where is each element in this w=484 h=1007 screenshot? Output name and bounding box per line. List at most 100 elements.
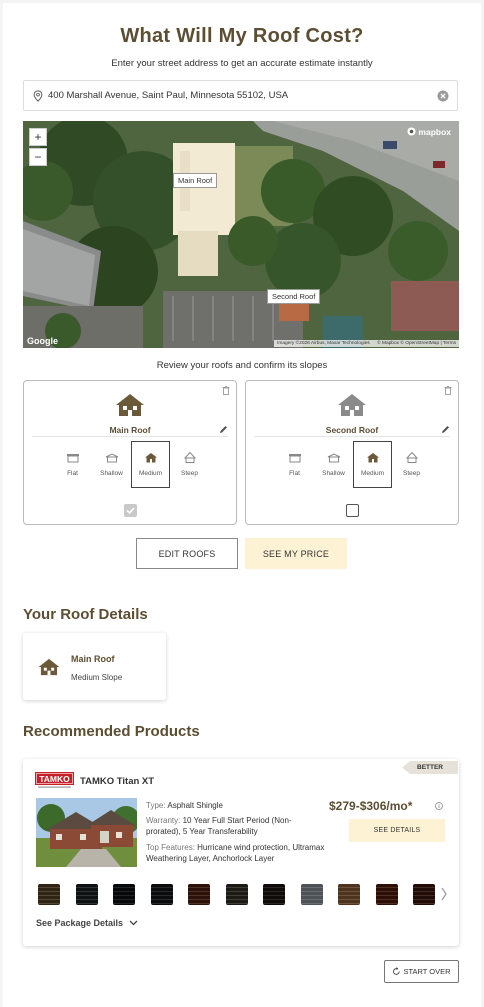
warranty-label: Warranty: <box>146 816 181 825</box>
see-my-price-button[interactable]: SEE MY PRICE <box>245 538 347 569</box>
slope-label: Flat <box>67 470 78 477</box>
map-label-second-roof: Second Roof <box>267 289 321 304</box>
roof-name: Second Roof <box>325 425 379 435</box>
roof-details-heading: Your Roof Details <box>23 606 148 623</box>
flat-roof-icon <box>288 454 301 463</box>
slope-label: Medium <box>138 470 163 477</box>
color-swatch[interactable] <box>113 884 135 905</box>
features-label: Top Features: <box>146 843 195 852</box>
pencil-icon[interactable] <box>219 425 228 434</box>
map-attribution[interactable]: Imagery ©2026 Airbus, Maxar Technologies… <box>273 340 459 347</box>
slope-option-flat[interactable]: Flat <box>53 441 92 488</box>
info-icon[interactable] <box>435 802 443 810</box>
google-logo: Google <box>27 336 58 346</box>
trash-icon[interactable] <box>222 386 230 395</box>
divider <box>254 436 450 437</box>
page-title: What Will My Roof Cost? <box>120 25 364 47</box>
slope-selector: Flat Shallow Medium Steep <box>275 441 431 488</box>
chevron-right-icon[interactable] <box>440 886 448 902</box>
address-value: 400 Marshall Avenue, Saint Paul, Minneso… <box>48 90 289 101</box>
attribution-osm[interactable]: © Mapbox © OpenStreetMap | Terms <box>377 341 456 346</box>
product-type: Type: Asphalt Shingle <box>146 800 223 811</box>
product-price: $279-$306/mo* <box>329 799 413 813</box>
product-warranty: Warranty: 10 Year Full Start Period (Non… <box>146 815 326 837</box>
roof-card-second: Second Roof Flat Shallow Medium Steep <box>245 380 459 525</box>
map-pin-icon <box>33 89 43 102</box>
type-value: Asphalt Shingle <box>167 801 223 810</box>
slope-option-flat[interactable]: Flat <box>275 441 314 488</box>
house-icon <box>38 658 60 676</box>
product-photo <box>36 798 137 867</box>
zoom-out-button[interactable]: − <box>29 148 47 166</box>
mapbox-logo[interactable]: mapbox <box>407 127 451 137</box>
page-subtitle: Enter your street address to get an accu… <box>111 58 373 69</box>
color-swatch[interactable] <box>413 884 435 905</box>
color-swatch[interactable] <box>338 884 360 905</box>
color-swatch[interactable] <box>38 884 60 905</box>
color-swatch[interactable] <box>300 884 323 905</box>
roof-detail-name: Main Roof <box>71 654 115 664</box>
attribution-imagery: Imagery ©2026 Airbus, Maxar Technologies <box>276 341 370 346</box>
slope-label: Flat <box>289 470 300 477</box>
start-over-label: START OVER <box>403 967 451 976</box>
house-icon <box>116 394 144 416</box>
trash-icon[interactable] <box>444 386 452 395</box>
edit-roofs-button[interactable]: EDIT ROOFS <box>136 538 238 569</box>
tamko-logo-text: TAMKO <box>39 774 70 784</box>
see-package-details-toggle[interactable]: See Package Details <box>36 918 138 928</box>
slope-option-steep[interactable]: Steep <box>170 441 209 488</box>
medium-roof-icon <box>366 453 379 463</box>
color-swatches <box>38 884 451 905</box>
roof-detail-slope: Medium Slope <box>71 673 123 682</box>
color-swatch[interactable] <box>188 884 210 905</box>
slope-option-shallow[interactable]: Shallow <box>92 441 131 488</box>
house-icon <box>338 394 366 416</box>
refresh-icon <box>393 967 401 975</box>
slope-label: Medium <box>360 470 385 477</box>
roof-name: Main Roof <box>109 425 151 435</box>
satellite-imagery <box>23 121 459 348</box>
mapbox-icon <box>407 127 416 136</box>
satellite-map[interactable]: + − Main Roof Second Roof mapbox Google … <box>23 121 459 348</box>
roof-detail-card: Main Roof Medium Slope <box>23 633 166 700</box>
mapbox-wordmark: mapbox <box>418 127 451 137</box>
steep-roof-icon <box>405 452 418 463</box>
slope-option-steep[interactable]: Steep <box>392 441 431 488</box>
slope-label: Steep <box>403 470 420 477</box>
chevron-down-icon <box>129 920 138 926</box>
type-label: Type: <box>146 801 166 810</box>
slope-label: Shallow <box>100 470 123 477</box>
product-card: BETTER TAMKO TAMKO Titan XT Type: Asphal… <box>23 759 459 946</box>
color-swatch[interactable] <box>375 884 398 905</box>
slope-option-medium[interactable]: Medium <box>131 441 170 488</box>
product-name: TAMKO Titan XT <box>80 776 155 787</box>
slope-label: Shallow <box>322 470 345 477</box>
address-search-input[interactable]: 400 Marshall Avenue, Saint Paul, Minneso… <box>23 80 458 111</box>
color-swatch[interactable] <box>150 884 173 905</box>
roof-confirm-checkbox[interactable] <box>346 504 359 517</box>
slope-option-shallow[interactable]: Shallow <box>314 441 353 488</box>
clear-icon[interactable] <box>437 90 449 102</box>
start-over-button[interactable]: START OVER <box>384 960 459 983</box>
slope-label: Steep <box>181 470 198 477</box>
roof-estimator-page: What Will My Roof Cost? Enter your stree… <box>3 3 481 1007</box>
color-swatch[interactable] <box>225 884 248 905</box>
slope-selector: Flat Shallow Medium Steep <box>53 441 209 488</box>
zoom-in-button[interactable]: + <box>29 128 47 146</box>
see-details-button[interactable]: SEE DETAILS <box>349 819 445 842</box>
package-details-label: See Package Details <box>36 918 124 928</box>
divider <box>32 436 228 437</box>
product-features: Top Features: Hurricane wind protection,… <box>146 842 326 864</box>
recommended-products-heading: Recommended Products <box>23 723 200 740</box>
color-swatch[interactable] <box>263 884 285 905</box>
roof-confirm-checkbox[interactable] <box>124 504 137 517</box>
slope-option-medium[interactable]: Medium <box>353 441 392 488</box>
pencil-icon[interactable] <box>441 425 450 434</box>
map-label-main-roof: Main Roof <box>173 173 218 188</box>
medium-roof-icon <box>144 453 157 463</box>
shallow-roof-icon <box>327 453 340 463</box>
tamko-logo: TAMKO <box>35 772 74 788</box>
steep-roof-icon <box>183 452 196 463</box>
checkmark-icon <box>126 507 135 515</box>
color-swatch[interactable] <box>75 884 98 905</box>
